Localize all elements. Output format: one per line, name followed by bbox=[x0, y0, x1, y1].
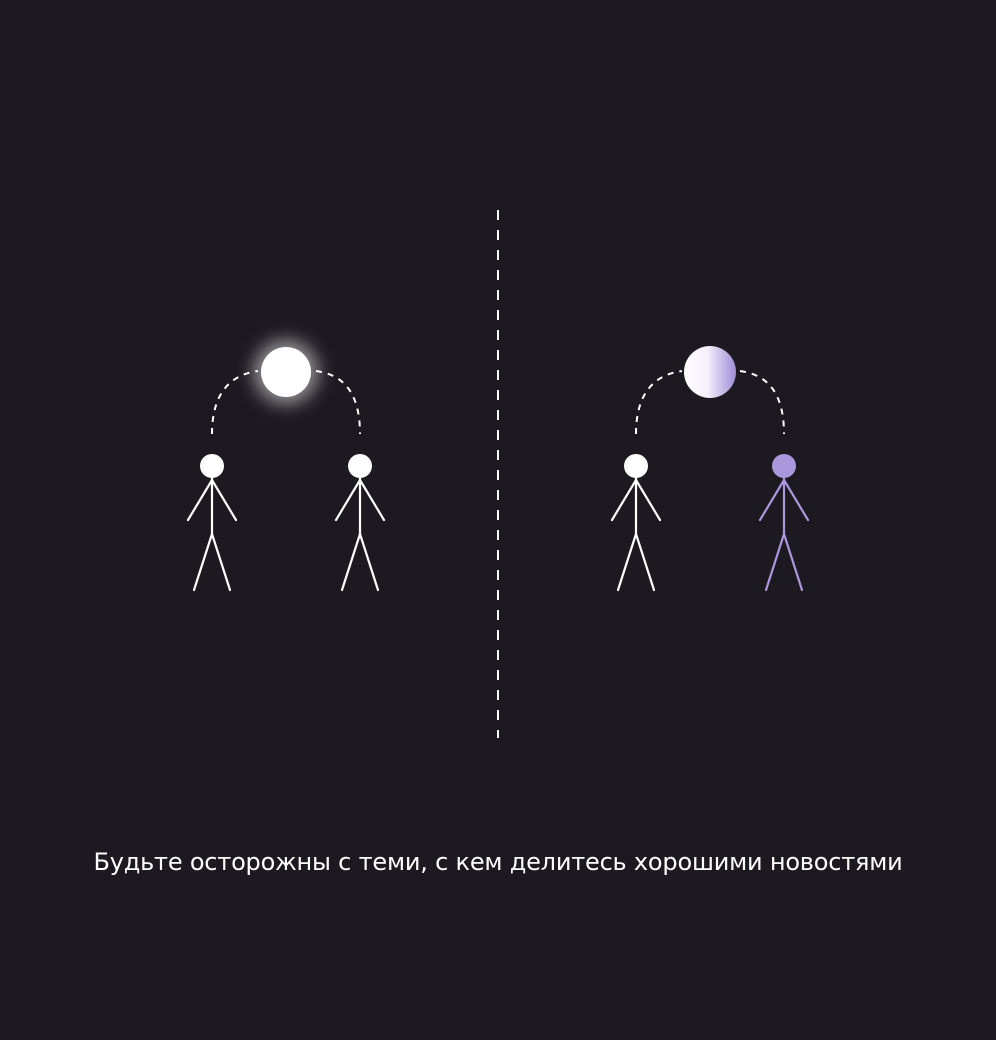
left-scene bbox=[186, 340, 386, 592]
stick-figure-icon bbox=[610, 454, 662, 592]
stick-figure-purple-icon bbox=[758, 454, 810, 592]
glowing-orb-icon bbox=[254, 340, 318, 404]
illustration: Будьте осторожны с теми, с кем делитесь … bbox=[0, 0, 996, 1040]
left-arc-right bbox=[315, 370, 361, 435]
scene-diagram bbox=[186, 210, 810, 738]
left-arc-left bbox=[211, 370, 259, 435]
right-arc-right bbox=[739, 370, 785, 435]
stick-figure-icon bbox=[186, 454, 238, 592]
gradient-orb-icon bbox=[684, 346, 736, 398]
stick-figure-icon bbox=[334, 454, 386, 592]
right-scene bbox=[610, 346, 810, 592]
right-arc-left bbox=[635, 370, 683, 435]
caption-text: Будьте осторожны с теми, с кем делитесь … bbox=[93, 848, 903, 876]
